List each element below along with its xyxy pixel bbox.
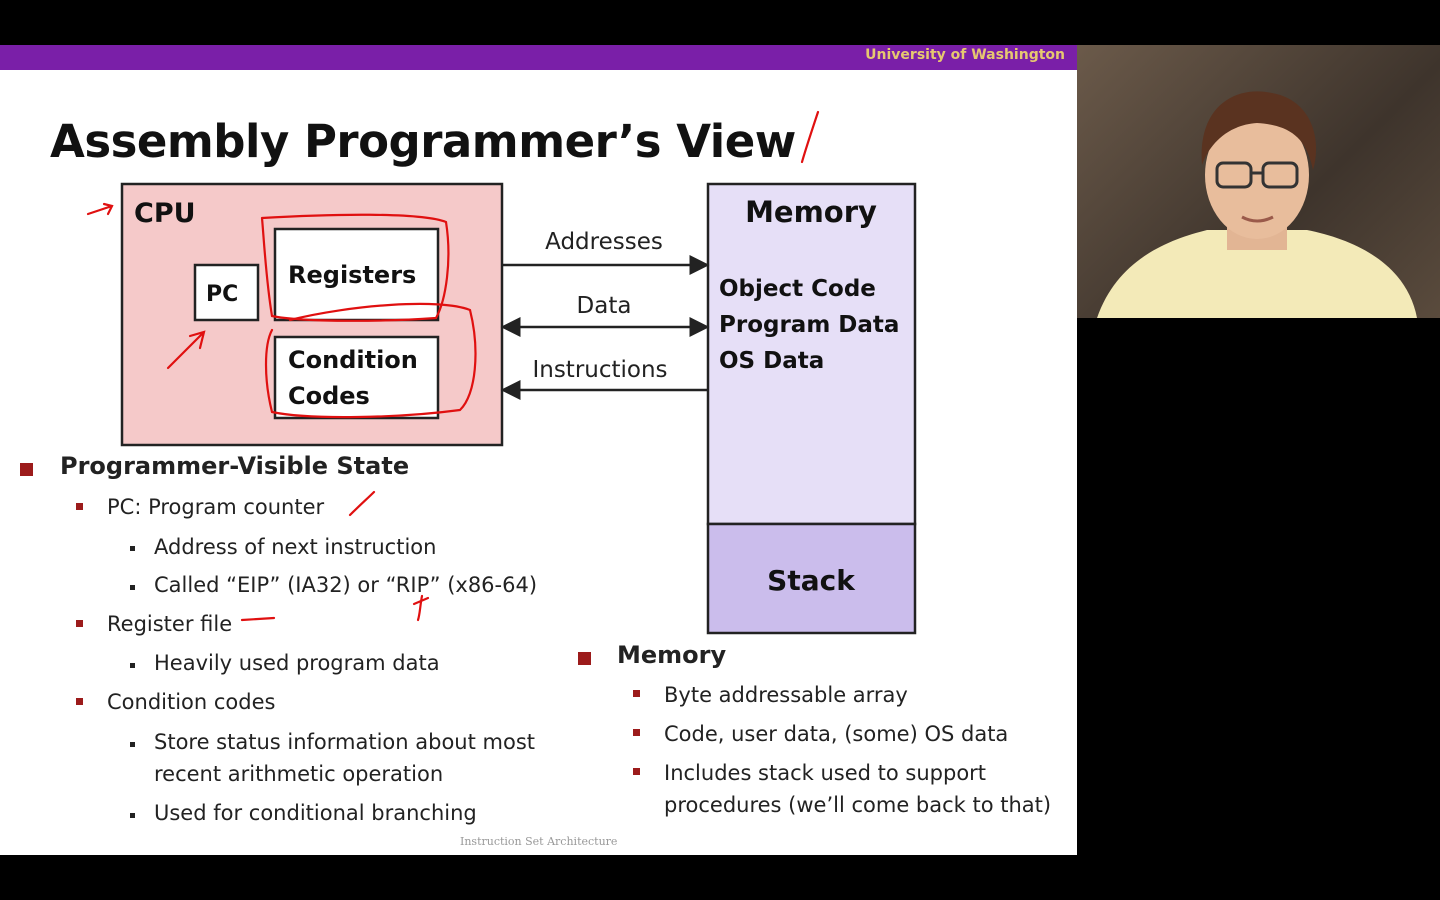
registers-label: Registers xyxy=(288,261,416,289)
data-label: Data xyxy=(577,293,632,319)
bullet-marker xyxy=(130,663,135,668)
memory-label: Memory xyxy=(745,195,877,229)
instructions-label: Instructions xyxy=(532,357,667,383)
memory-item: Program Data xyxy=(719,312,899,338)
slide-footer: Instruction Set Architecture xyxy=(460,835,618,848)
memory-item: OS Data xyxy=(719,348,824,374)
condition-codes-label-2: Codes xyxy=(288,382,370,410)
bullet-marker xyxy=(76,698,83,705)
bullet-marker xyxy=(578,652,591,665)
bullet-marker xyxy=(633,690,640,697)
bullet-marker xyxy=(20,463,33,476)
bullet-pc: PC: Program counter xyxy=(107,495,325,519)
sub-bullet: Called “EIP” (IA32) or “RIP” (x86-64) xyxy=(154,573,538,597)
stack-label: Stack xyxy=(767,564,856,597)
bullet-marker xyxy=(76,503,83,510)
memory-bullet: Byte addressable array xyxy=(664,683,908,707)
pc-label: PC xyxy=(206,282,238,307)
bullet-marker xyxy=(130,585,135,590)
addresses-label: Addresses xyxy=(545,229,663,255)
bullet-marker xyxy=(130,742,135,747)
sub-bullet: Heavily used program data xyxy=(154,651,440,675)
bullet-marker xyxy=(633,768,640,775)
sub-bullet: Address of next instruction xyxy=(154,535,437,559)
bullet-register-file: Register file xyxy=(107,612,233,636)
programmer-visible-state-heading: Programmer-Visible State xyxy=(60,452,410,480)
cpu-label: CPU xyxy=(134,198,196,229)
bullet-marker xyxy=(130,546,135,551)
sub-bullet: Used for conditional branching xyxy=(154,801,477,825)
memory-bullet-continued: procedures (we’ll come back to that) xyxy=(664,793,1052,817)
sub-bullet-continued: recent arithmetic operation xyxy=(154,762,444,786)
bullet-condition-codes: Condition codes xyxy=(107,690,276,714)
lecture-slide: University of Washington Assembly Progra… xyxy=(0,45,1077,855)
bullet-marker xyxy=(633,729,640,736)
bullet-marker xyxy=(76,620,83,627)
condition-codes-label-1: Condition xyxy=(288,346,418,374)
bullet-marker xyxy=(130,813,135,818)
memory-heading: Memory xyxy=(617,641,727,669)
webcam-video xyxy=(1077,45,1440,318)
memory-bullet: Includes stack used to support xyxy=(664,761,987,785)
memory-bullet: Code, user data, (some) OS data xyxy=(664,722,1009,746)
presenter-image xyxy=(1097,91,1417,318)
memory-item: Object Code xyxy=(719,276,876,302)
sub-bullet: Store status information about most xyxy=(154,730,536,754)
